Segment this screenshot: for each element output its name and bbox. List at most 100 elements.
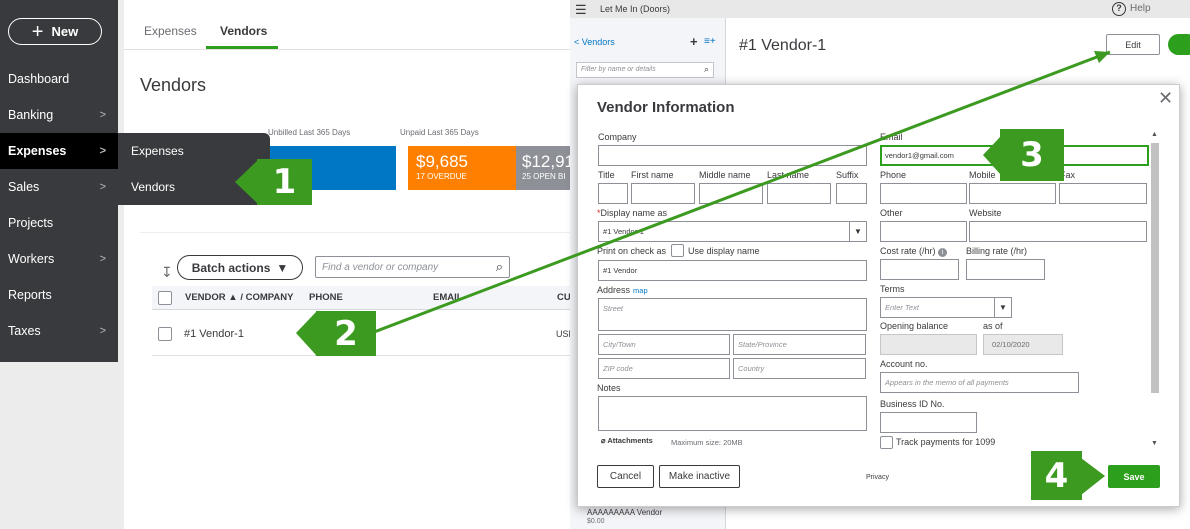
dialog-scrollbar[interactable] (1151, 143, 1159, 393)
company-label: Company (598, 132, 637, 142)
cost-rate-label: Cost rate (/hr) i (880, 246, 948, 257)
email-label: Email (880, 132, 903, 142)
business-id-field[interactable] (880, 412, 977, 433)
billing-rate-field[interactable] (966, 259, 1045, 280)
terms-placeholder: Enter Text (885, 303, 919, 312)
suffix-field[interactable] (836, 183, 867, 204)
new-button-label: New (51, 24, 79, 39)
map-link[interactable]: map (633, 286, 648, 295)
zip-field[interactable]: ZIP code (598, 358, 730, 379)
nav-item-sales[interactable]: Sales > (0, 169, 118, 205)
attachments-button[interactable]: ⌀ Attachments (601, 436, 653, 445)
nav-label: Sales (8, 180, 40, 194)
vendor-heading: #1 Vendor-1 (739, 37, 827, 54)
middle-name-field[interactable] (699, 183, 763, 204)
website-field[interactable] (969, 221, 1147, 242)
tab-expenses[interactable]: Expenses (144, 24, 197, 38)
edit-button[interactable]: Edit (1106, 34, 1160, 55)
add-vendor-icon[interactable]: + (690, 34, 698, 49)
fax-field[interactable] (1059, 183, 1147, 204)
privacy-link[interactable]: Privacy (866, 474, 889, 481)
phone-field[interactable] (880, 183, 967, 204)
title-field[interactable] (598, 183, 628, 204)
use-display-name-checkbox[interactable] (671, 244, 684, 257)
help-button[interactable]: ? Help (1112, 2, 1151, 16)
company-name: Let Me In (Doors) (600, 4, 671, 14)
cancel-button[interactable]: Cancel (597, 465, 654, 488)
submenu-item-vendors[interactable]: Vendors (118, 169, 270, 205)
phone-label: Phone (880, 170, 907, 180)
nav-item-reports[interactable]: Reports (0, 277, 118, 313)
account-no-label: Account no. (880, 359, 928, 369)
mobile-field[interactable] (969, 183, 1056, 204)
nav-label: Workers (8, 252, 55, 266)
plus-icon: + (31, 20, 44, 43)
scroll-down-arrow-icon[interactable]: ▼ (1151, 440, 1158, 447)
overdue-bar[interactable]: $9,685 17 OVERDUE (408, 146, 516, 190)
nav-item-projects[interactable]: Projects (0, 205, 118, 241)
new-button[interactable]: + New (8, 18, 102, 45)
submenu-item-expenses[interactable]: Expenses (118, 133, 270, 169)
vendor-search-input[interactable]: Find a vendor or company ⌕ (315, 256, 510, 278)
hamburger-menu-icon[interactable]: ☰ (575, 2, 587, 18)
notes-field[interactable] (598, 396, 867, 431)
track-1099-checkbox[interactable] (880, 436, 893, 449)
nav-item-expenses[interactable]: Expenses > (0, 133, 118, 169)
other-label: Other (880, 208, 903, 218)
back-to-vendors-link[interactable]: < Vendors (574, 37, 615, 47)
nav-item-workers[interactable]: Workers > (0, 241, 118, 277)
nav-item-dashboard[interactable]: Dashboard (0, 61, 118, 97)
column-vendor[interactable]: VENDOR ▲ / COMPANY (185, 292, 293, 303)
column-email[interactable]: EMAIL (433, 292, 463, 303)
company-field[interactable] (598, 145, 867, 166)
column-currency[interactable]: CU (557, 292, 571, 303)
vendor-name-cell[interactable]: #1 Vendor-1 (184, 328, 244, 340)
state-field[interactable]: State/Province (733, 334, 866, 355)
nav-item-taxes[interactable]: Taxes > (0, 313, 118, 349)
make-inactive-button[interactable]: Make inactive (659, 465, 740, 488)
display-name-label: *Display name as (597, 208, 668, 218)
street-field[interactable]: Street (598, 298, 867, 331)
sort-icon[interactable]: ↧ (161, 264, 173, 281)
last-name-field[interactable] (767, 183, 831, 204)
overdue-text: 17 OVERDUE (416, 172, 467, 181)
dialog-title: Vendor Information (597, 99, 735, 116)
chevron-right-icon: > (99, 145, 106, 157)
display-name-select[interactable]: #1 Vendor-1 ▼ (598, 221, 867, 242)
column-phone[interactable]: PHONE (309, 292, 343, 303)
tab-vendors[interactable]: Vendors (220, 24, 267, 38)
row-checkbox[interactable] (158, 327, 172, 341)
print-on-check-field[interactable]: #1 Vendor (598, 260, 867, 281)
overdue-amount: $9,685 (416, 152, 468, 171)
caret-down-icon: ▼ (849, 222, 866, 241)
filter-icon[interactable]: ≡+ (704, 36, 716, 47)
page-tabs: Expenses Vendors (124, 0, 580, 50)
list-item-vendor[interactable]: AAAAAAAAA Vendor (587, 508, 662, 517)
nav-item-banking[interactable]: Banking > (0, 97, 118, 133)
terms-select[interactable]: Enter Text ▼ (880, 297, 1012, 318)
help-label: Help (1130, 3, 1151, 14)
batch-actions-button[interactable]: Batch actions ▼ (177, 255, 303, 280)
address-label: Address map (597, 285, 648, 295)
city-field[interactable]: City/Town (598, 334, 730, 355)
account-no-field[interactable]: Appears in the memo of all payments (880, 372, 1079, 393)
first-name-field[interactable] (631, 183, 695, 204)
as-of-label: as of (983, 321, 1003, 331)
other-field[interactable] (880, 221, 967, 242)
scroll-up-arrow-icon[interactable]: ▲ (1151, 131, 1158, 138)
info-icon: i (938, 248, 948, 257)
save-button[interactable]: Save (1108, 465, 1160, 488)
new-transaction-button[interactable] (1168, 34, 1190, 55)
website-label: Website (969, 208, 1002, 218)
cost-rate-field[interactable] (880, 259, 959, 280)
print-on-check-label: Print on check as (597, 246, 667, 256)
close-icon[interactable]: ✕ (1158, 88, 1173, 109)
vendor-filter-input[interactable]: Filter by name or details ⌕ (576, 62, 714, 78)
country-field[interactable]: Country (733, 358, 866, 379)
use-display-name-label: Use display name (688, 246, 760, 256)
nav-label: Dashboard (8, 72, 70, 86)
select-all-checkbox[interactable] (158, 291, 172, 305)
chevron-right-icon: > (99, 253, 106, 265)
track-1099-label: Track payments for 1099 (896, 437, 996, 447)
chevron-right-icon: > (99, 109, 106, 121)
